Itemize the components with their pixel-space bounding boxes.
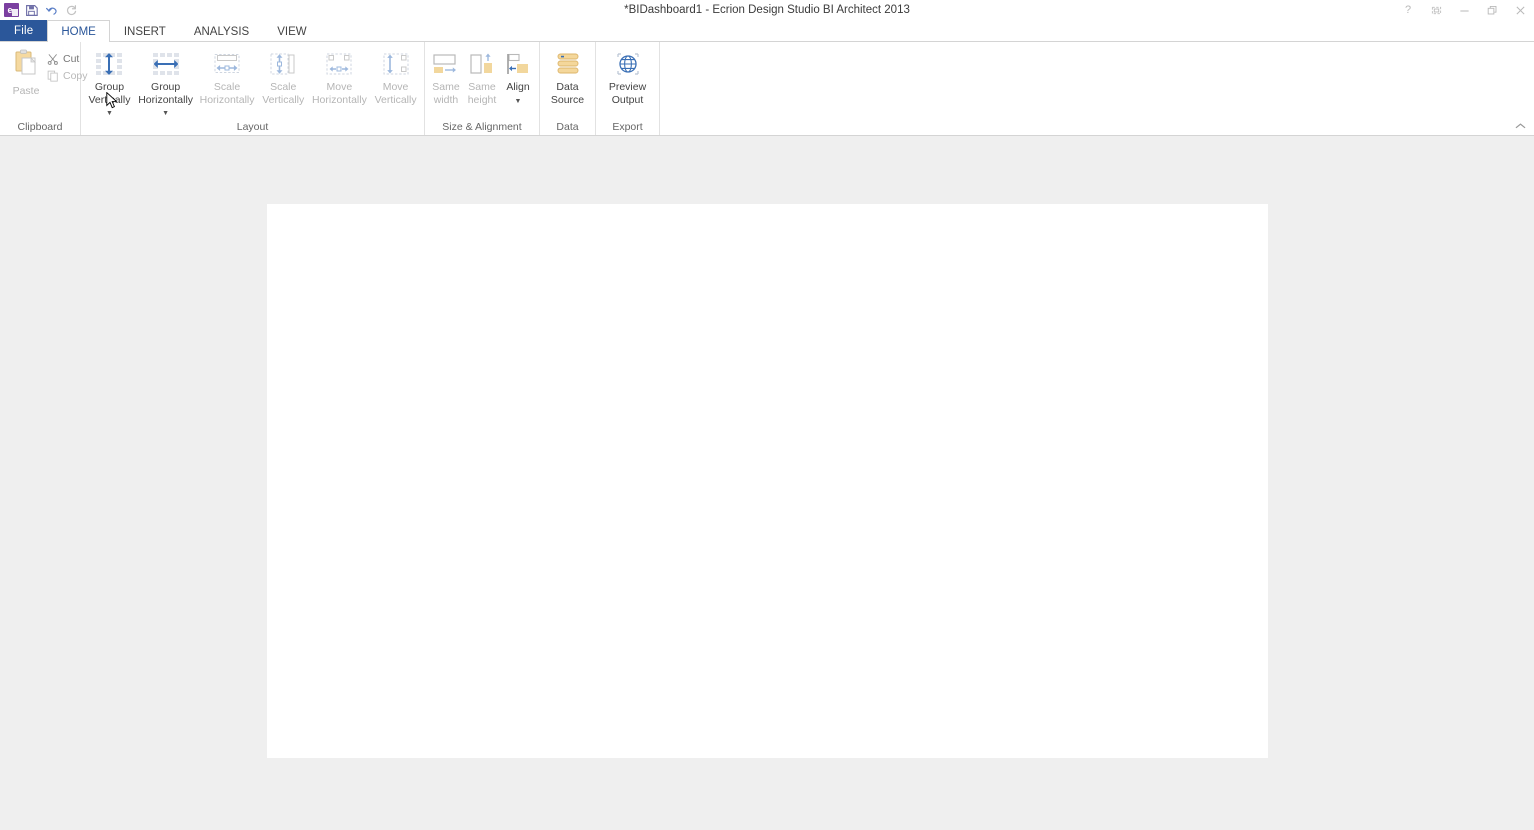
group-horizontally-label-1: Group [151, 81, 181, 93]
scale-vertically-label-2: Vertically [262, 93, 305, 106]
redo-icon[interactable] [64, 3, 79, 18]
same-width-label-2: width [433, 93, 459, 106]
close-icon [1515, 5, 1525, 15]
group-vertically-label-1: Group [94, 81, 125, 93]
same-width-icon [432, 50, 460, 78]
same-width-button: Same width [428, 46, 464, 106]
tab-insert[interactable]: INSERT [110, 20, 180, 42]
preview-output-label-2: Output [611, 93, 644, 106]
tab-analysis[interactable]: ANALYSIS [180, 20, 263, 42]
ribbon-group-clipboard: Paste Cut Copy Clipboard [0, 42, 88, 135]
tab-view[interactable]: VIEW [263, 20, 320, 42]
scale-vertically-button: Scale Vertically [258, 46, 309, 106]
group-horizontally-dropdown-arrow[interactable]: ▼ [162, 110, 169, 117]
help-icon: ? [1404, 4, 1412, 16]
quick-access-toolbar: e [0, 0, 79, 20]
move-horizontally-label-2: Horizontally [311, 93, 367, 106]
collapse-ribbon-button[interactable] [1512, 119, 1528, 133]
preview-output-label-1: Preview [608, 81, 647, 93]
paste-icon [13, 49, 39, 82]
ribbon-display-options-button[interactable] [1422, 0, 1450, 20]
scale-vertically-label-1: Scale [270, 81, 297, 93]
design-work-area[interactable] [0, 136, 1534, 830]
move-vertically-label-2: Vertically [374, 93, 417, 106]
tab-file[interactable]: File [0, 20, 48, 42]
globe-icon [615, 50, 641, 78]
window-title: *BIDashboard1 - Ecrion Design Studio BI … [624, 4, 910, 16]
ribbon-group-data: Data Source Data [540, 42, 596, 135]
paste-button[interactable]: Paste [6, 46, 46, 97]
close-button[interactable] [1506, 0, 1534, 20]
ribbon-group-label-export: Export [612, 121, 643, 133]
restore-button[interactable] [1478, 0, 1506, 20]
window-controls: ? [1394, 0, 1534, 20]
same-height-icon [468, 50, 496, 78]
database-icon [555, 50, 581, 78]
align-icon [504, 50, 532, 78]
ribbon-group-label-clipboard: Clipboard [17, 121, 63, 133]
minimize-icon [1459, 10, 1469, 12]
ribbon-group-label-layout: Layout [236, 121, 269, 133]
ribbon-group-label-size-alignment: Size & Alignment [442, 121, 522, 133]
align-button[interactable]: Align ▼ [500, 46, 536, 106]
move-horizontally-button: Move Horizontally [309, 46, 370, 106]
group-horizontally-icon [151, 50, 181, 78]
move-vertically-button: Move Vertically [370, 46, 421, 106]
paste-label: Paste [12, 85, 40, 97]
align-dropdown-arrow[interactable]: ▼ [515, 98, 522, 105]
scale-horizontally-label-1: Scale [213, 81, 241, 93]
ribbon-group-export: Preview Output Export [596, 42, 660, 135]
group-vertically-label-2: Vertically [88, 93, 131, 106]
data-source-label-2: Source [550, 93, 585, 106]
data-source-label-1: Data [556, 81, 579, 93]
same-height-label-1: Same [468, 81, 496, 93]
title-bar: e *BIDashboard1 - Ecrion Design Studio B… [0, 0, 1534, 20]
group-vertically-button[interactable]: Group Vertically ▼ [84, 46, 135, 119]
move-horizontally-icon [324, 50, 354, 78]
ribbon-group-layout: Group Vertically ▼ Group Horizontally ▼ … [81, 42, 425, 135]
scale-vertically-icon [268, 50, 298, 78]
ribbon-group-label-data: Data [556, 121, 579, 133]
preview-output-button[interactable]: Preview Output [599, 46, 656, 106]
group-horizontally-button[interactable]: Group Horizontally ▼ [135, 46, 196, 119]
ribbon-display-options-icon [1431, 6, 1441, 14]
data-source-button[interactable]: Data Source [543, 46, 592, 106]
same-height-button: Same height [464, 46, 500, 106]
cut-label: Cut [63, 52, 80, 65]
minimize-button[interactable] [1450, 0, 1478, 20]
move-vertically-label-1: Move [382, 81, 409, 93]
group-vertically-dropdown-arrow[interactable]: ▼ [106, 110, 113, 117]
scissors-icon [46, 52, 59, 65]
page-canvas[interactable] [267, 204, 1268, 758]
tab-home[interactable]: HOME [47, 20, 110, 42]
undo-icon[interactable] [44, 3, 59, 18]
help-button[interactable]: ? [1394, 0, 1422, 20]
same-width-label-1: Same [432, 81, 460, 93]
move-vertically-icon [381, 50, 411, 78]
ribbon-tab-strip: File HOME INSERT ANALYSIS VIEW [0, 20, 1534, 42]
app-logo-letter: e [7, 4, 13, 15]
same-height-label-2: height [467, 93, 497, 106]
app-logo-icon[interactable]: e [4, 3, 19, 17]
align-label: Align [506, 81, 530, 93]
chevron-up-icon [1515, 123, 1525, 129]
copy-icon [46, 69, 59, 82]
group-vertically-icon [94, 50, 124, 78]
ribbon: Paste Cut Copy Clipboard Group Verticall… [0, 41, 1534, 136]
group-horizontally-label-2: Horizontally [138, 93, 194, 106]
scale-horizontally-label-2: Horizontally [199, 93, 255, 106]
save-icon[interactable] [24, 3, 39, 18]
scale-horizontally-icon [212, 50, 242, 78]
ribbon-group-size-alignment: Same width Same height Align ▼ Size & Al… [425, 42, 540, 135]
scale-horizontally-button: Scale Horizontally [196, 46, 257, 106]
move-horizontally-label-1: Move [326, 81, 353, 93]
restore-icon [1487, 5, 1496, 14]
